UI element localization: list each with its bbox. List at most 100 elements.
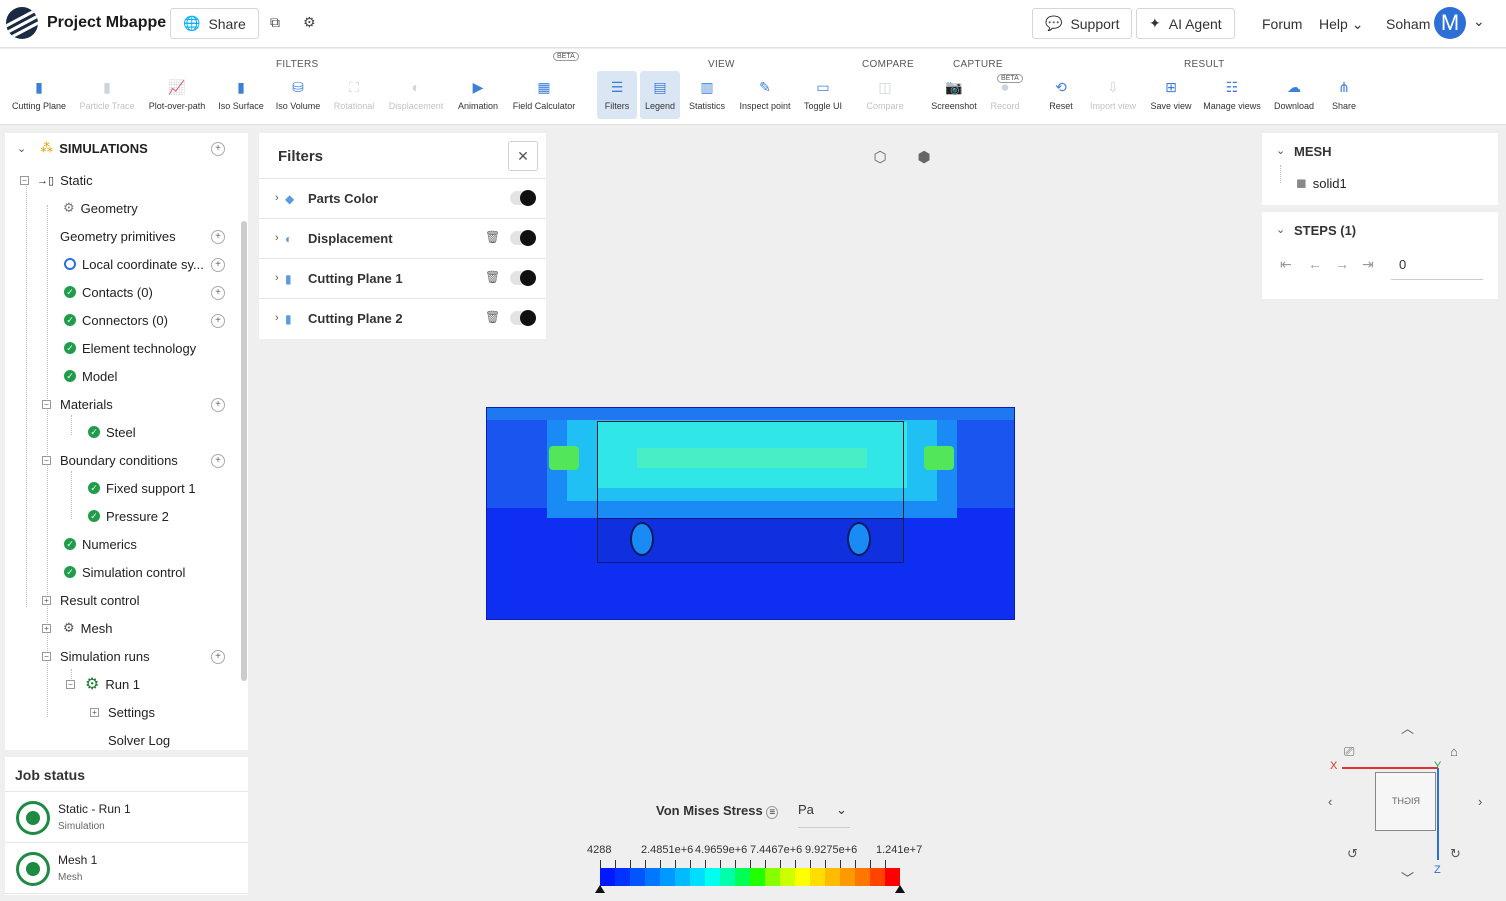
visibility-toggle[interactable]: [510, 190, 536, 206]
reset-tool[interactable]: ⟲ Reset: [1046, 71, 1076, 119]
animation-tool[interactable]: ▶ Animation: [456, 71, 500, 119]
filter-row-parts-color[interactable]: › ◆ Parts Color: [259, 179, 546, 219]
tree-item-solver-log[interactable]: Solver Log: [108, 728, 170, 750]
user-name[interactable]: Soham: [1386, 16, 1430, 32]
job-item[interactable]: Static - Run 1 Simulation: [5, 792, 248, 843]
add-geometry-primitive-button[interactable]: +: [211, 230, 225, 244]
collapse-toggle[interactable]: −: [42, 456, 51, 465]
last-step-icon[interactable]: ⇥: [1362, 256, 1374, 273]
trash-icon[interactable]: 🗑: [485, 230, 500, 244]
screenshot-tool[interactable]: 📷 Screenshot: [930, 71, 978, 119]
help-menu[interactable]: Help ⌄: [1319, 16, 1363, 33]
copy-icon[interactable]: ⧉: [270, 14, 280, 31]
collapse-toggle[interactable]: −: [66, 680, 75, 689]
plot-over-path-tool[interactable]: 📈 Plot-over-path: [146, 71, 208, 119]
collapse-toggle[interactable]: −: [20, 176, 29, 185]
download-tool[interactable]: ☁ Download: [1272, 71, 1316, 119]
add-contact-button[interactable]: +: [211, 286, 225, 300]
iso-surface-tool[interactable]: ▮ Iso Surface: [218, 71, 264, 119]
filter-row-cutting-plane-1[interactable]: › ▮ Cutting Plane 1 🗑: [259, 259, 546, 299]
cutting-plane-tool[interactable]: ▮ Cutting Plane: [10, 71, 68, 119]
visibility-toggle[interactable]: [510, 310, 536, 326]
camera-icon[interactable]: ⎚: [1344, 744, 1354, 760]
add-simulation-button[interactable]: +: [211, 142, 225, 156]
share-button[interactable]: 🌐 Share: [170, 8, 259, 39]
iso-volume-tool[interactable]: ⛁ Iso Volume: [275, 71, 321, 119]
tree-item-steel[interactable]: ✓ Steel: [88, 420, 136, 444]
tree-item-simulation-control[interactable]: ✓ Simulation control: [64, 560, 185, 584]
unit-select[interactable]: Pa ⌄: [798, 802, 850, 828]
tree-item-local-coordinate[interactable]: Local coordinate sy...: [64, 252, 204, 276]
share-tool[interactable]: ⋔ Share: [1330, 71, 1358, 119]
tree-item-geometry[interactable]: ⚙ Geometry: [63, 196, 138, 220]
visibility-toggle[interactable]: [510, 270, 536, 286]
tree-item-numerics[interactable]: ✓ Numerics: [64, 532, 137, 556]
trash-icon[interactable]: 🗑: [485, 270, 500, 284]
expand-toggle[interactable]: +: [42, 596, 51, 605]
solid-cube-icon[interactable]: ⬢: [914, 148, 934, 168]
add-run-button[interactable]: +: [211, 650, 225, 664]
avatar[interactable]: M: [1434, 7, 1466, 39]
tree-item-contacts[interactable]: ✓ Contacts (0): [64, 280, 153, 304]
tree-item-fixed-support[interactable]: ✓ Fixed support 1: [88, 476, 196, 500]
tree-scrollbar[interactable]: [241, 221, 247, 681]
app-logo[interactable]: [6, 7, 38, 39]
chevron-down-icon[interactable]: ⌄: [1276, 144, 1285, 157]
trash-icon[interactable]: 🗑: [485, 310, 500, 324]
save-view-tool[interactable]: ⊞ Save view: [1150, 71, 1192, 119]
roll-ccw-icon[interactable]: ↺: [1347, 846, 1358, 862]
tree-root-simulations[interactable]: ⌄ ⁂ SIMULATIONS: [17, 136, 148, 160]
rotational-tool[interactable]: ⛶ Rotational: [332, 71, 376, 119]
collapse-toggle[interactable]: −: [42, 400, 51, 409]
tree-item-geometry-primitives[interactable]: Geometry primitives: [60, 224, 176, 248]
tree-item-boundary-conditions[interactable]: Boundary conditions: [60, 448, 178, 472]
close-icon[interactable]: ✕: [508, 141, 538, 171]
rotate-right-icon[interactable]: ›: [1478, 794, 1482, 809]
tree-item-element-technology[interactable]: ✓ Element technology: [64, 336, 196, 360]
previous-step-icon[interactable]: ←: [1308, 256, 1322, 272]
wireframe-cube-icon[interactable]: ⬡: [870, 148, 890, 168]
tree-item-mesh[interactable]: ⚙ Mesh: [63, 616, 112, 640]
tree-item-simulation-runs[interactable]: Simulation runs: [60, 644, 150, 668]
home-icon[interactable]: ⌂: [1450, 744, 1458, 759]
visibility-toggle[interactable]: [510, 230, 536, 246]
particle-trace-tool[interactable]: ▮ Particle Trace: [78, 71, 136, 119]
rotate-left-icon[interactable]: ‹: [1328, 794, 1332, 809]
chevron-down-icon[interactable]: ⌄: [1276, 223, 1285, 236]
stress-result-model[interactable]: [486, 407, 1015, 620]
add-connector-button[interactable]: +: [211, 314, 225, 328]
min-marker-icon[interactable]: [595, 885, 605, 893]
rotate-up-icon[interactable]: ︿: [1401, 718, 1414, 737]
filter-row-displacement[interactable]: › ◐ Displacement 🗑: [259, 219, 546, 259]
forum-link[interactable]: Forum: [1262, 16, 1302, 32]
add-boundary-condition-button[interactable]: +: [211, 454, 225, 468]
filters-tool[interactable]: ☰ Filters: [597, 71, 637, 119]
tree-item-settings[interactable]: Settings: [108, 700, 155, 724]
roll-cw-icon[interactable]: ↻: [1450, 846, 1461, 862]
manage-views-tool[interactable]: ☷ Manage views: [1203, 71, 1261, 119]
tree-item-materials[interactable]: Materials: [60, 392, 113, 416]
view-cube-face[interactable]: RIGHT: [1375, 772, 1436, 831]
user-menu-chevron-icon[interactable]: ⌄: [1473, 13, 1485, 30]
step-input[interactable]: 0: [1391, 254, 1483, 280]
tree-item-connectors[interactable]: ✓ Connectors (0): [64, 308, 168, 332]
expand-toggle[interactable]: +: [42, 624, 51, 633]
statistics-tool[interactable]: ▥ Statistics: [686, 71, 728, 119]
tree-item-pressure[interactable]: ✓ Pressure 2: [88, 504, 169, 528]
ai-agent-button[interactable]: ✦ AI Agent: [1136, 8, 1235, 39]
max-marker-icon[interactable]: [895, 885, 905, 893]
support-button[interactable]: 💬 Support: [1032, 8, 1133, 39]
tree-item-run1[interactable]: ⚙ Run 1: [85, 672, 140, 696]
next-step-icon[interactable]: →: [1335, 256, 1349, 272]
add-material-button[interactable]: +: [211, 398, 225, 412]
mesh-item-solid1[interactable]: ◼ solid1: [1296, 171, 1347, 195]
field-calculator-tool[interactable]: ▦ Field Calculator: [512, 71, 576, 119]
filter-row-cutting-plane-2[interactable]: › ▮ Cutting Plane 2 🗑: [259, 299, 546, 339]
job-item[interactable]: Mesh 1 Mesh: [5, 843, 248, 894]
inspect-point-tool[interactable]: ✎ Inspect point: [738, 71, 792, 119]
collapse-toggle[interactable]: −: [42, 652, 51, 661]
import-view-tool[interactable]: ⇩ Import view: [1088, 71, 1138, 119]
tree-item-model[interactable]: ✓ Model: [64, 364, 117, 388]
tree-item-result-control[interactable]: Result control: [60, 588, 139, 612]
settings-gear-icon[interactable]: ⚙: [303, 14, 316, 31]
